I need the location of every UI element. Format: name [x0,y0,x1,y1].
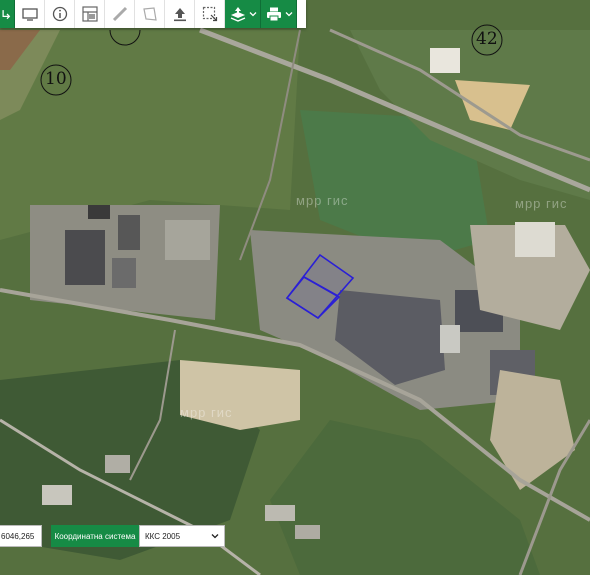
layer-switcher-icon [230,7,245,22]
area-measure-button[interactable] [135,0,165,28]
upload-icon [173,8,186,22]
satellite-map[interactable]: 10 42 мрр гис мрр гис мрр гис [0,0,590,575]
cadastre-label-10: 10 [45,69,67,89]
screen-icon [21,8,38,21]
watermark: мрр гис [515,196,568,211]
layer-switcher-button[interactable] [225,0,261,28]
area-measure-icon [142,7,157,21]
map-toolbar [0,0,306,28]
coordinate-readout: 6046,265 [0,525,42,547]
parcel-grid-button[interactable] [75,0,105,28]
ruler-icon [112,6,127,22]
cadastre-label-42: 42 [476,29,498,49]
coordinate-system-value: ККС 2005 [145,531,181,541]
print-icon [266,7,281,22]
layers-arrows-button[interactable] [0,0,15,28]
select-area-icon [202,6,217,22]
layers-arrows-icon [2,10,11,20]
parcel-grid-icon [81,6,98,22]
print-button[interactable] [261,0,297,28]
screen-button[interactable] [15,0,45,28]
watermark: мрр гис [296,193,349,208]
select-area-button[interactable] [195,0,225,28]
upload-button[interactable] [165,0,195,28]
coordinate-status-bar: 6046,265 Координатна система ККС 2005 [0,525,225,547]
ruler-button[interactable] [105,0,135,28]
info-button[interactable] [45,0,75,28]
coordinate-system-label: Координатна система [51,525,139,547]
chevron-down-icon [249,12,256,17]
watermark: мрр гис [180,405,233,420]
map-imagery [0,0,590,575]
coordinate-system-select[interactable]: ККС 2005 [139,525,225,547]
chevron-down-icon [285,12,292,17]
chevron-down-icon [211,534,219,539]
info-icon [52,6,67,22]
